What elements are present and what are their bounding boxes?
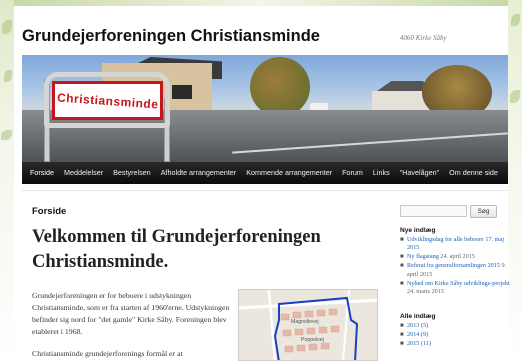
recent-posts-list: ■ Udviklingsdag for alle beboere 17. maj… [400,236,512,297]
map-graphic [239,290,377,360]
post-date: 24. marts 2015 [407,288,444,296]
recent-post-link[interactable]: Udviklingsdag for alle beboere 17. maj 2… [407,236,504,251]
archive-title: Alle indlæg [400,313,436,320]
list-item: ■ 2015 (11) [400,340,512,348]
leaf-decoration [2,20,12,34]
nav-item-kommende-arrangementer[interactable]: Kommende arrangementer [241,162,337,184]
nav-item-forum[interactable]: Forum [337,162,368,184]
list-item: ■ 2014 (9) [400,331,512,339]
leaf-decoration [1,130,12,140]
map-street-label: Poppelvej [301,337,324,343]
bullet-icon: ■ [400,236,404,243]
post-date: 24. april 2015 [440,253,475,261]
top-decoration [14,0,508,6]
archive-link[interactable]: 2014 (9) [407,331,428,338]
recent-post-link[interactable]: Nyhed om Kirke Såby udviklings-projekt [407,280,510,287]
list-item: ■ Ny flagstang 24. april 2015 [400,253,512,261]
leaf-decoration [4,70,12,82]
nav-item-om-denne-side[interactable]: Om denne side [444,162,503,184]
house-window [172,85,192,99]
search-button[interactable]: Søg [470,205,497,218]
intro-paragraph: Grundejerforeningen er for beboere i uds… [32,291,230,336]
site-description: 4060 Kirke Såby [400,34,447,42]
nav-item-forside[interactable]: Forside [25,162,59,184]
page: Grundejerforeningen Christiansminde 4060… [14,0,510,361]
leaf-decoration [510,90,520,103]
recent-posts-title: Nye indlæg [400,227,436,234]
bullet-icon: ■ [400,322,404,329]
list-item: ■ 2013 (5) [400,322,512,330]
nav-item-links[interactable]: Links [368,162,395,184]
search-input[interactable] [400,205,467,217]
leaf-decoration [511,14,520,26]
purpose-paragraph: Christiansminde grundejerforenings formå… [32,349,183,358]
archive-link[interactable]: 2013 (5) [407,322,428,329]
header-banner[interactable]: Christiansminde [22,55,508,162]
bullet-icon: ■ [400,340,404,347]
list-item: ■ Nyhed om Kirke Såby udviklings-projekt… [400,280,512,297]
recent-post-link[interactable]: Ny flagstang [407,253,439,260]
bullet-icon: ■ [400,262,404,270]
background-right [508,0,522,361]
site-title[interactable]: Grundejerforeningen Christiansminde [22,27,320,46]
nav-item-havelagen[interactable]: "Havelågen" [395,162,444,184]
recent-post-link[interactable]: Referat fra generalforsamlingen 2015 [407,262,500,269]
bullet-icon: ■ [400,253,404,261]
map-street-label: Magnolievej [291,319,319,325]
page-heading: Forside [32,206,67,217]
archive-link[interactable]: 2015 (11) [407,340,431,347]
background-left [0,0,14,361]
tree [250,57,310,117]
nav-item-afholdte-arrangementer[interactable]: Afholdte arrangementer [156,162,242,184]
archive-list: ■ 2013 (5) ■ 2014 (9) ■ 2015 (11) [400,322,512,349]
nav-item-meddelelser[interactable]: Meddelelser [59,162,108,184]
nav-item-bestyrelsen[interactable]: Bestyrelsen [108,162,156,184]
list-item: ■ Udviklingsdag for alle beboere 17. maj… [400,236,512,253]
bullet-icon: ■ [400,279,404,287]
post-title: Velkommen til Grundejerforeningen Christ… [32,227,321,272]
bullet-icon: ■ [400,331,404,338]
area-map[interactable]: Magnolievej Poppelvej [238,289,378,361]
divider [22,190,508,191]
main-navigation: Forside Meddelelser Bestyrelsen Afholdte… [22,162,508,184]
town-sign-text: Christiansminde [56,89,159,112]
list-item: ■ Referat fra generalforsamlingen 2015 9… [400,262,512,279]
town-sign: Christiansminde [52,81,163,120]
